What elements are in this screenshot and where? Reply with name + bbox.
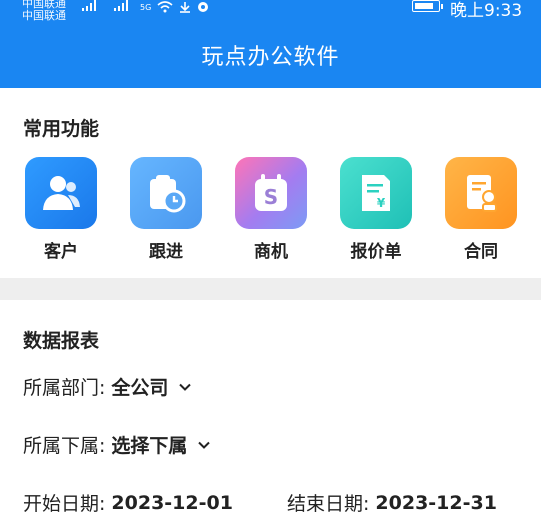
app-header: 玩点办公软件	[0, 22, 541, 88]
reports-title: 数据报表	[23, 330, 100, 352]
signal-icon	[82, 0, 96, 11]
chevron-down-icon	[179, 383, 192, 391]
function-contract[interactable]: 合同	[441, 157, 521, 262]
function-label: 商机	[254, 242, 288, 262]
end-date-label: 结束日期:	[287, 493, 370, 515]
common-functions-title: 常用功能	[23, 118, 100, 140]
start-date-value: 2023-12-01	[111, 491, 233, 514]
function-follow-up[interactable]: 跟进	[126, 157, 206, 262]
quote-icon: ¥	[340, 157, 412, 229]
function-opportunity[interactable]: S 商机	[231, 157, 311, 262]
svg-text:S: S	[264, 185, 278, 209]
function-label: 报价单	[350, 242, 402, 262]
start-date-picker[interactable]: 开始日期: 2023-12-01	[23, 489, 233, 516]
follow-up-icon	[130, 157, 202, 229]
function-label: 客户	[44, 242, 78, 262]
subordinate-label: 所属下属:	[23, 435, 106, 457]
department-label: 所属部门:	[23, 377, 106, 399]
network-type-label: 5G	[140, 2, 152, 12]
common-functions-grid: 客户 跟进 S 商机 ¥ 报价单 合同	[0, 157, 541, 267]
section-divider	[0, 278, 541, 300]
function-quote[interactable]: ¥ 报价单	[336, 157, 416, 262]
function-label: 跟进	[149, 242, 183, 262]
subordinate-selector[interactable]: 所属下属: 选择下属	[23, 431, 211, 458]
chevron-down-icon	[198, 441, 211, 449]
status-icons: 5G	[140, 0, 209, 14]
battery-icon	[412, 0, 443, 12]
function-label: 合同	[464, 242, 498, 262]
status-time: 晚上9:33	[450, 1, 523, 21]
status-bar: 中国联通 中国联通 5G 晚上9:33	[0, 0, 541, 22]
page-title: 玩点办公软件	[201, 45, 340, 70]
department-value: 全公司	[111, 377, 169, 399]
end-date-value: 2023-12-31	[375, 491, 497, 514]
download-icon	[180, 2, 191, 13]
contract-icon	[445, 157, 517, 229]
carrier-info: 中国联通 中国联通	[22, 0, 66, 22]
wifi-icon	[157, 1, 173, 13]
svg-text:¥: ¥	[377, 196, 386, 210]
department-selector[interactable]: 所属部门: 全公司	[23, 373, 192, 400]
subordinate-value: 选择下属	[111, 435, 188, 457]
function-customer[interactable]: 客户	[21, 157, 101, 262]
carrier-line-2: 中国联通	[22, 9, 66, 22]
notification-dot-icon	[198, 2, 209, 12]
start-date-label: 开始日期:	[23, 493, 106, 515]
signal-icon-2	[114, 0, 128, 11]
end-date-picker[interactable]: 结束日期: 2023-12-31	[287, 489, 497, 516]
customer-icon	[25, 157, 97, 229]
opportunity-icon: S	[235, 157, 307, 229]
